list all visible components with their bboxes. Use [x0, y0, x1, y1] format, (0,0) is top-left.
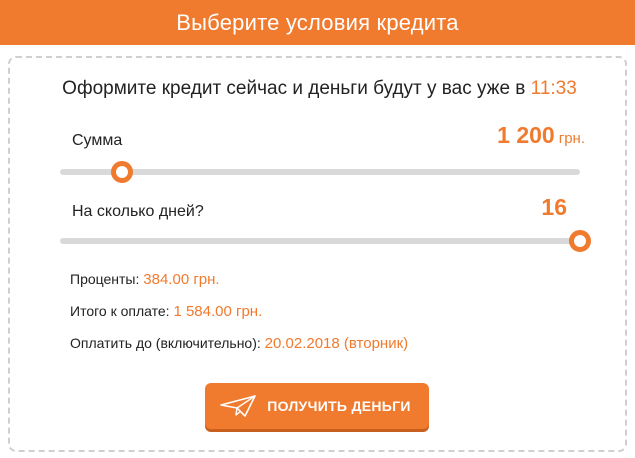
- interest-row: Проценты: 384.00 грн.: [70, 271, 220, 288]
- due-date-label: Оплатить до (включительно):: [70, 335, 261, 351]
- headline: Оформите кредит сейчас и деньги будут у …: [10, 78, 629, 100]
- amount-label: Сумма: [72, 132, 123, 149]
- total-label: Итого к оплате:: [70, 303, 170, 319]
- get-money-button-label: ПОЛУЧИТЬ ДЕНЬГИ: [267, 398, 411, 414]
- due-date-row: Оплатить до (включительно): 20.02.2018 (…: [70, 335, 408, 352]
- amount-slider[interactable]: [60, 161, 580, 183]
- page-header: Выберите условия кредита: [0, 0, 635, 45]
- interest-label: Проценты:: [70, 271, 140, 287]
- days-value: 16: [541, 194, 567, 220]
- interest-value: 384.00 грн.: [143, 271, 220, 288]
- header-title: Выберите условия кредита: [176, 9, 459, 35]
- total-row: Итого к оплате: 1 584.00 грн.: [70, 303, 262, 320]
- days-slider-handle[interactable]: [569, 230, 591, 252]
- amount-unit: грн.: [558, 130, 585, 147]
- amount-slider-handle[interactable]: [111, 161, 134, 183]
- paper-plane-icon: [220, 395, 256, 417]
- headline-text: Оформите кредит сейчас и деньги будут у …: [62, 78, 526, 99]
- amount-value: 1 200 грн.: [497, 122, 585, 149]
- get-money-button[interactable]: ПОЛУЧИТЬ ДЕНЬГИ: [205, 383, 429, 429]
- days-slider[interactable]: [60, 230, 591, 252]
- due-date-value: 20.02.2018 (вторник): [264, 335, 409, 352]
- days-label: На сколько дней?: [72, 203, 204, 220]
- amount-number: 1 200: [497, 122, 555, 148]
- headline-time: 11:33: [530, 78, 577, 99]
- total-value: 1 584.00 грн.: [173, 303, 263, 320]
